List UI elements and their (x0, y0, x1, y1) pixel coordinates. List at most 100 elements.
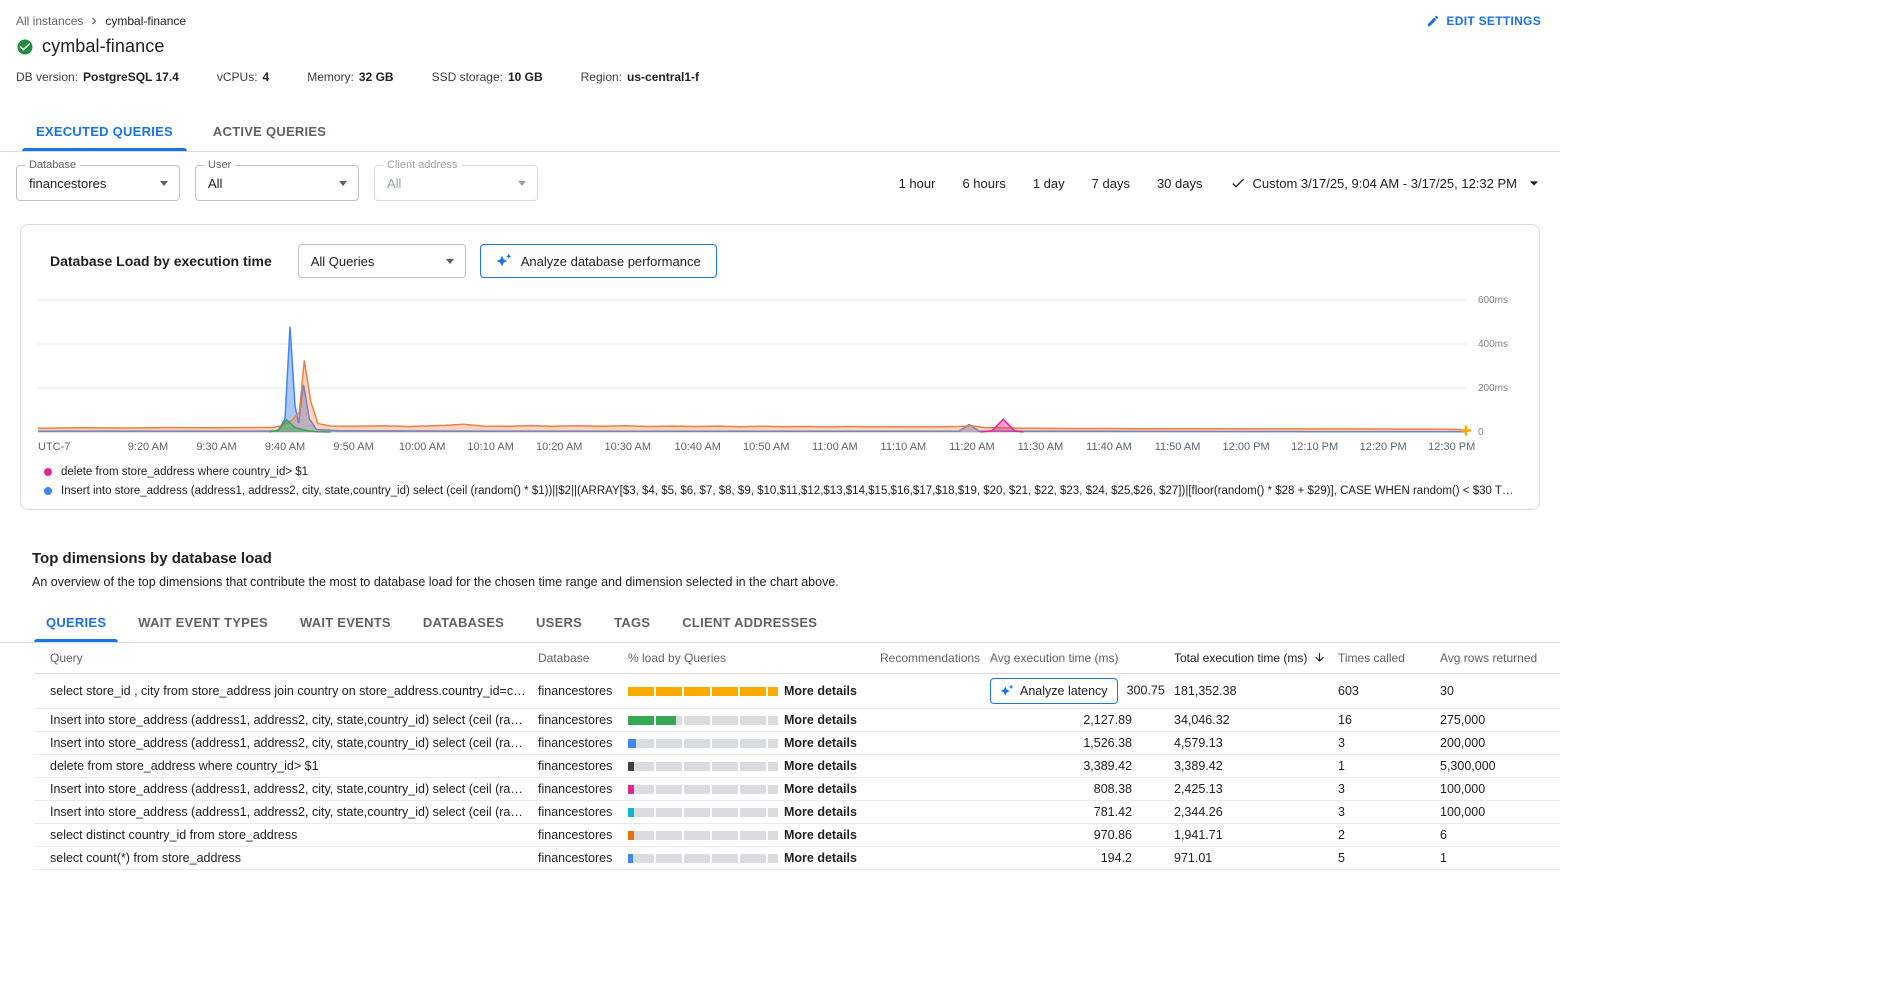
user-filter-label: User (204, 159, 235, 171)
arrow-drop-down-icon (1524, 173, 1544, 193)
dimension-tab-users[interactable]: USERS (520, 603, 598, 642)
user-filter[interactable]: User All (195, 165, 359, 201)
meta-label: Memory: (307, 70, 354, 84)
legend-dot (44, 487, 52, 495)
column-header-avg-rows-returned[interactable]: Avg rows returned (1440, 643, 1560, 674)
dimension-tab-databases[interactable]: DATABASES (407, 603, 520, 642)
meta-label: DB version: (16, 70, 78, 84)
more-details-link[interactable]: More details (784, 759, 857, 773)
load-bar (628, 762, 778, 771)
table-row[interactable]: Insert into store_address (address1, add… (34, 778, 1560, 801)
details-cell: More details (784, 732, 880, 755)
recommendations-cell (880, 732, 990, 755)
total-execution-time-cell: 181,352.38 (1174, 674, 1338, 709)
database-filter-label: Database (25, 159, 80, 171)
breadcrumb-all-instances[interactable]: All instances (16, 14, 83, 28)
query-text: Insert into store_address (address1, add… (50, 736, 526, 750)
table-row[interactable]: delete from store_address where country_… (34, 755, 1560, 778)
custom-time-range-button[interactable]: Custom 3/17/25, 9:04 AM - 3/17/25, 12:32… (1230, 173, 1545, 193)
load-bar (628, 831, 778, 840)
dimension-tab-client-addresses[interactable]: CLIENT ADDRESSES (666, 603, 833, 642)
avg-rows-returned-cell: 30 (1440, 674, 1560, 709)
instance-meta: DB version:PostgreSQL 17.4vCPUs:4Memory:… (0, 57, 1560, 84)
load-bar-fill (628, 808, 634, 817)
database-cell: financestores (538, 847, 628, 870)
avg-execution-time-cell: Analyze latency300.75 (990, 674, 1174, 709)
column-header-total-execution-time[interactable]: Total execution time (ms) (1174, 643, 1338, 674)
analyze-database-performance-button[interactable]: Analyze database performance (480, 244, 717, 278)
database-filter[interactable]: Database financestores (16, 165, 180, 201)
time-preset-1-day[interactable]: 1 day (1033, 176, 1065, 191)
load-bar (628, 716, 778, 725)
load-cell (628, 674, 784, 709)
column-header-query: Query (34, 643, 538, 674)
page-content: All instances cymbal-finance EDIT SETTIN… (0, 0, 1560, 930)
svg-text:12:10 PM: 12:10 PM (1291, 441, 1338, 453)
more-details-link[interactable]: More details (784, 713, 857, 727)
svg-text:0: 0 (1478, 427, 1484, 438)
chevron-down-icon (518, 181, 526, 186)
avg-execution-time-cell: 2,127.89 (990, 709, 1174, 732)
times-called-cell: 2 (1338, 824, 1440, 847)
queries-filter-value: All Queries (311, 254, 375, 269)
svg-text:12:30 PM: 12:30 PM (1428, 441, 1475, 453)
table-row[interactable]: select distinct country_id from store_ad… (34, 824, 1560, 847)
dimensions-description: An overview of the top dimensions that c… (0, 575, 1560, 589)
table-row[interactable]: select store_id , city from store_addres… (34, 674, 1560, 709)
svg-text:9:50 AM: 9:50 AM (333, 441, 373, 453)
more-details-link[interactable]: More details (784, 736, 857, 750)
column-header-recommendations: Recommendations (880, 643, 990, 674)
table-row[interactable]: select count(*) from store_addressfinanc… (34, 847, 1560, 870)
avg-execution-time-cell: 808.38 (990, 778, 1174, 801)
svg-text:10:00 AM: 10:00 AM (399, 441, 445, 453)
dimension-tab-queries[interactable]: QUERIES (30, 603, 122, 642)
analyze-latency-button[interactable]: Analyze latency (990, 678, 1118, 704)
time-presets: 1 hour 6 hours 1 day 7 days 30 days (899, 176, 1203, 191)
database-load-card: Database Load by execution time All Quer… (20, 224, 1540, 510)
database-load-chart[interactable]: 600ms400ms200ms0UTC-79:20 AM9:30 AM9:40 … (38, 290, 1526, 460)
time-preset-1-hour[interactable]: 1 hour (899, 176, 936, 191)
time-range-controls: 1 hour 6 hours 1 day 7 days 30 days Custom 3… (899, 173, 1544, 193)
dimension-tabs: QUERIESWAIT EVENT TYPESWAIT EVENTSDATABA… (0, 603, 1560, 643)
total-execution-time-cell: 971.01 (1174, 847, 1338, 870)
load-cell (628, 778, 784, 801)
more-details-link[interactable]: More details (784, 684, 857, 698)
query-cell: Insert into store_address (address1, add… (34, 801, 538, 824)
time-preset-6-hours[interactable]: 6 hours (962, 176, 1005, 191)
edit-settings-button[interactable]: EDIT SETTINGS (1426, 14, 1541, 28)
queries-filter-select[interactable]: All Queries (298, 244, 466, 278)
client-address-filter: Client address All (374, 165, 538, 201)
table-row[interactable]: Insert into store_address (address1, add… (34, 732, 1560, 755)
table-row[interactable]: Insert into store_address (address1, add… (34, 709, 1560, 732)
load-cell (628, 824, 784, 847)
time-preset-30-days[interactable]: 30 days (1157, 176, 1203, 191)
total-execution-time-cell: 34,046.32 (1174, 709, 1338, 732)
query-text: delete from store_address where country_… (50, 759, 526, 773)
query-cell: Insert into store_address (address1, add… (34, 709, 538, 732)
table-row[interactable]: Insert into store_address (address1, add… (34, 801, 1560, 824)
dimension-tab-wait-event-types[interactable]: WAIT EVENT TYPES (122, 603, 284, 642)
chevron-right-icon (87, 14, 101, 28)
time-preset-7-days[interactable]: 7 days (1092, 176, 1130, 191)
legend-dot (44, 468, 52, 476)
more-details-link[interactable]: More details (784, 828, 857, 842)
meta-value: 10 GB (508, 70, 543, 84)
more-details-link[interactable]: More details (784, 851, 857, 865)
tab-executed-queries[interactable]: EXECUTED QUERIES (16, 112, 193, 151)
more-details-link[interactable]: More details (784, 782, 857, 796)
column-header-avg-execution-time[interactable]: Avg execution time (ms) (990, 643, 1174, 674)
column-header-times-called[interactable]: Times called (1338, 643, 1440, 674)
table-header-row: Query Database % load by Queries Recomme… (34, 643, 1560, 674)
dimension-tab-wait-events[interactable]: WAIT EVENTS (284, 603, 407, 642)
tab-active-queries[interactable]: ACTIVE QUERIES (193, 112, 346, 151)
meta-label: vCPUs: (217, 70, 258, 84)
total-execution-time-cell: 4,579.13 (1174, 732, 1338, 755)
database-cell: financestores (538, 778, 628, 801)
load-bar (628, 739, 778, 748)
dimension-tab-tags[interactable]: TAGS (598, 603, 666, 642)
analyze-button-label: Analyze database performance (521, 254, 701, 269)
avg-execution-time-cell: 970.86 (990, 824, 1174, 847)
svg-text:9:30 AM: 9:30 AM (196, 441, 236, 453)
top-tabs: EXECUTED QUERIES ACTIVE QUERIES (0, 112, 1560, 152)
more-details-link[interactable]: More details (784, 805, 857, 819)
